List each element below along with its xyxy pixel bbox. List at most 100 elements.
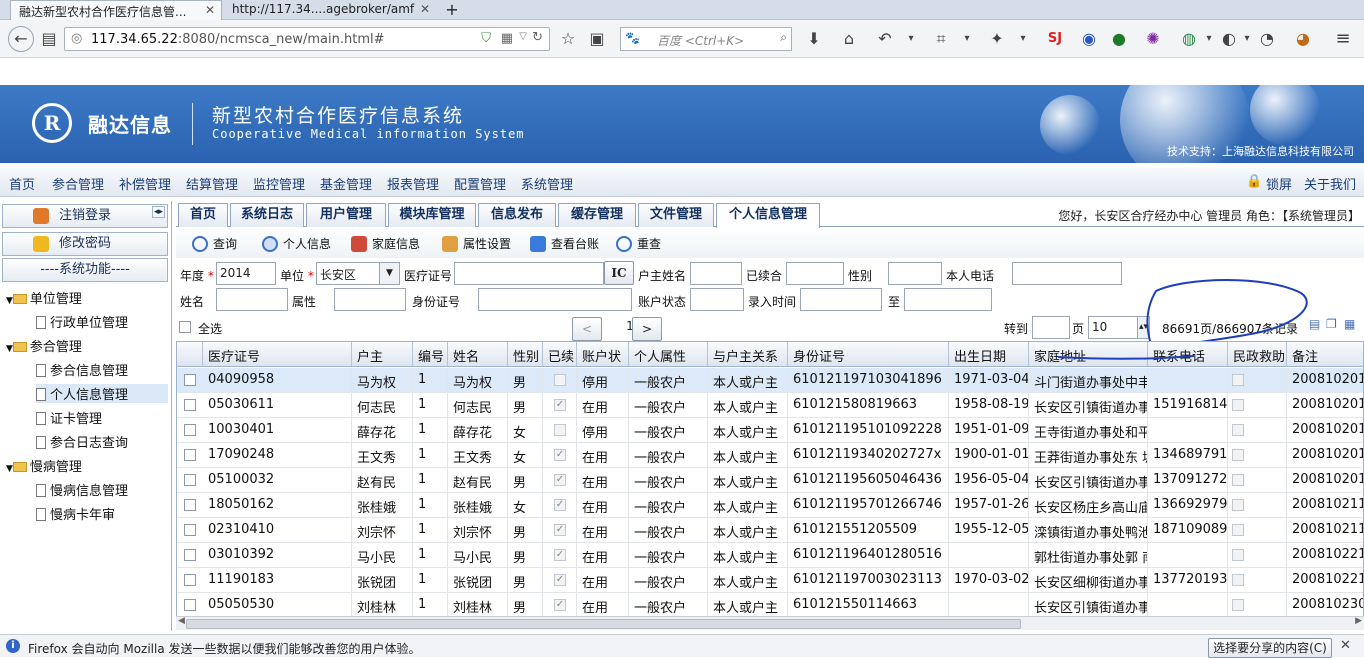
goto-page-input[interactable] (1032, 316, 1070, 339)
addon-virus-icon[interactable]: ✺ (1142, 28, 1164, 50)
tab-module-lib[interactable]: 模块库管理 (388, 203, 476, 227)
requery-button[interactable]: 重查 (616, 235, 661, 252)
collapse-icon[interactable]: ◂▸ (151, 206, 165, 218)
account-select[interactable] (690, 288, 744, 311)
column-header[interactable]: 户主 (352, 342, 413, 367)
browser-tab[interactable]: http://117.34....agebroker/amf ✕ (224, 0, 436, 20)
menu-item-compensation[interactable]: 补偿管理 (119, 174, 171, 193)
url-bar[interactable]: ◎ 117.34.65.22:8080/ncmsca_new/main.html… (64, 27, 550, 51)
row-checkbox[interactable] (184, 524, 196, 536)
menu-item-home[interactable]: 首页 (9, 174, 35, 193)
year-input[interactable]: 2014 (216, 262, 276, 285)
scroll-left-icon[interactable]: ◀ (178, 616, 185, 626)
tree-item-personal-info[interactable]: 个人信息管理 (36, 384, 168, 403)
prev-page-button[interactable]: < (572, 317, 602, 341)
close-icon[interactable]: ✕ (1340, 638, 1351, 653)
tree-group-unit[interactable]: ▼ 单位管理 (6, 288, 82, 307)
menu-item-monitor[interactable]: 监控管理 (253, 174, 305, 193)
column-header[interactable]: 编号 (413, 342, 448, 367)
column-header[interactable]: 已续 (543, 342, 577, 367)
chevron-down-icon[interactable]: ▾ (900, 28, 922, 50)
menu-item-config[interactable]: 配置管理 (454, 174, 506, 193)
table-row[interactable]: 10030401 薛存花 1 薛存花女停用 一般农户 本人或户主 6101211951010… (177, 418, 1363, 443)
entry-from-input[interactable] (800, 288, 882, 311)
card-input[interactable] (454, 262, 604, 285)
next-page-button[interactable]: > (632, 317, 662, 341)
ledger-button[interactable]: 查看台账 (530, 235, 599, 252)
browser-tab-active[interactable]: 融达新型农村合作医疗信息管... ✕ (10, 0, 222, 20)
row-checkbox[interactable] (184, 549, 196, 561)
column-header[interactable]: 个人属性 (629, 342, 708, 367)
addon-fox-icon[interactable]: ◕ (1292, 28, 1314, 50)
tab-files[interactable]: 文件管理 (638, 203, 714, 227)
column-header[interactable]: 医疗证号 (203, 342, 352, 367)
tree-item-enroll-info[interactable]: 参合信息管理 (36, 360, 128, 379)
column-header[interactable]: 出生日期 (949, 342, 1029, 367)
addon-swirl-icon[interactable]: ◉ (1078, 28, 1100, 50)
table-row[interactable]: 18050162 张桂娥 1 张桂娥女 ✓ 在用 一般农户 本人或户主 610121195701… (177, 493, 1363, 518)
column-header[interactable]: 性别 (508, 342, 543, 367)
chevron-down-icon[interactable]: ▾ (1198, 28, 1220, 50)
star-icon[interactable]: ☆ (557, 28, 579, 50)
reader-icon[interactable]: ▣ (586, 28, 608, 50)
plugin-icon[interactable]: ✦ (986, 28, 1008, 50)
tab-system-log[interactable]: 系统日志 (230, 203, 304, 227)
row-checkbox[interactable] (184, 499, 196, 511)
share-choice-button[interactable]: 选择要分享的内容(C) (1208, 638, 1332, 658)
addon-sj-icon[interactable]: SJ (1044, 28, 1066, 50)
family-info-button[interactable]: 家庭信息 (351, 235, 420, 252)
qrcode-icon[interactable]: ▦ (501, 31, 513, 46)
lock-icon[interactable]: 🔒 (1246, 174, 1262, 189)
column-header[interactable]: 与户主关系 (708, 342, 788, 367)
search-icon[interactable]: ⌕ (780, 30, 787, 45)
table-row[interactable]: 03010392 马小民 1 马小民男 ✓ 在用 一般农户 本人或户主 610121196401… (177, 543, 1363, 568)
chevron-down-icon[interactable]: ▾ (1012, 28, 1034, 50)
search-input[interactable]: 🐾 百度 <Ctrl+K> ⌕ (620, 27, 792, 51)
tab-home[interactable]: 首页 (178, 203, 228, 227)
menu-item-reports[interactable]: 报表管理 (387, 174, 439, 193)
table-row[interactable]: 02310410 刘宗怀 1 刘宗怀男 ✓ 在用 一般农户 本人或户主 610121551205… (177, 518, 1363, 543)
download-icon[interactable]: ⬇ (803, 28, 825, 50)
table-row[interactable]: 04090958 马为权 1 马为权男停用 一般农户 本人或户主 6101211971030… (177, 368, 1363, 393)
personal-info-button[interactable]: 个人信息 (262, 235, 331, 252)
close-icon[interactable]: ✕ (420, 2, 430, 16)
attr-select[interactable] (334, 288, 406, 311)
page-icon[interactable]: ▤ (38, 28, 60, 50)
name-input[interactable] (216, 288, 288, 311)
column-header[interactable]: 民政救助 (1228, 342, 1287, 367)
about-link[interactable]: 关于我们 (1304, 174, 1356, 193)
tab-cache[interactable]: 缓存管理 (558, 203, 636, 227)
chevron-down-icon[interactable]: ▾ (1236, 28, 1258, 50)
tab-personal-info[interactable]: 个人信息管理 (716, 203, 820, 228)
row-checkbox[interactable] (184, 449, 196, 461)
new-tab-icon[interactable]: + (440, 0, 464, 20)
row-checkbox[interactable] (184, 424, 196, 436)
tree-item-card[interactable]: 证卡管理 (36, 408, 102, 427)
reload-icon[interactable]: ↻ (532, 30, 543, 45)
expand-icon[interactable]: ▼ (6, 344, 13, 354)
home-icon[interactable]: ⌂ (838, 28, 860, 50)
owner-input[interactable] (690, 262, 742, 285)
crop-icon[interactable]: ⌗ (930, 28, 952, 50)
menu-item-settlement[interactable]: 结算管理 (186, 174, 238, 193)
tree-item-enroll-log[interactable]: 参合日志查询 (36, 432, 128, 451)
chevron-down-icon[interactable]: ▼ (379, 263, 399, 284)
tab-user-admin[interactable]: 用户管理 (306, 203, 386, 227)
column-header[interactable]: 备注 (1287, 342, 1363, 367)
column-header[interactable]: 姓名 (448, 342, 508, 367)
renewed-select[interactable] (786, 262, 844, 285)
row-checkbox[interactable] (184, 574, 196, 586)
column-header[interactable]: 账户状 (577, 342, 629, 367)
undo-icon[interactable]: ↶ (874, 28, 896, 50)
menu-item-system[interactable]: 系统管理 (521, 174, 573, 193)
ic-read-button[interactable]: IC (604, 261, 634, 285)
table-row[interactable]: 11190183 张锐团 1 张锐团男 ✓ 在用 一般农户 本人或户主 610121197003… (177, 568, 1363, 593)
table-row[interactable]: 05100032 赵有民 1 赵有民男 ✓ 在用 一般农户 本人或户主 610121195605… (177, 468, 1363, 493)
row-checkbox[interactable] (184, 599, 196, 611)
attribute-settings-button[interactable]: 属性设置 (442, 235, 511, 252)
scrollbar-thumb[interactable] (186, 619, 1021, 629)
menu-item-fund[interactable]: 基金管理 (320, 174, 372, 193)
horizontal-scrollbar[interactable]: ◀ ▶ (176, 616, 1364, 630)
addon-ball-icon[interactable]: ● (1108, 28, 1130, 50)
back-icon[interactable]: ← (8, 26, 34, 52)
